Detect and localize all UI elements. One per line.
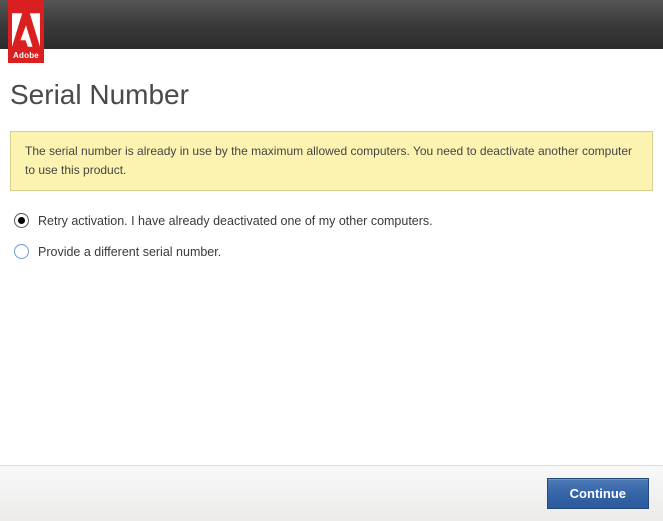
page-title: Serial Number <box>10 79 653 111</box>
adobe-a-icon <box>12 11 40 49</box>
header-bar: Adobe <box>0 0 663 49</box>
provide-serial-label: Provide a different serial number. <box>38 245 221 259</box>
adobe-logo-text: Adobe <box>13 51 39 60</box>
radio-icon <box>14 244 29 259</box>
radio-icon <box>14 213 29 228</box>
retry-activation-option[interactable]: Retry activation. I have already deactiv… <box>14 213 653 228</box>
retry-activation-label: Retry activation. I have already deactiv… <box>38 214 433 228</box>
provide-serial-option[interactable]: Provide a different serial number. <box>14 244 653 259</box>
content-area: Serial Number The serial number is alrea… <box>0 49 663 259</box>
adobe-logo: Adobe <box>8 0 44 63</box>
alert-message: The serial number is already in use by t… <box>10 131 653 191</box>
footer-bar: Continue <box>0 465 663 521</box>
radio-dot-icon <box>18 217 25 224</box>
activation-radio-group: Retry activation. I have already deactiv… <box>10 213 653 259</box>
continue-button[interactable]: Continue <box>547 478 649 509</box>
